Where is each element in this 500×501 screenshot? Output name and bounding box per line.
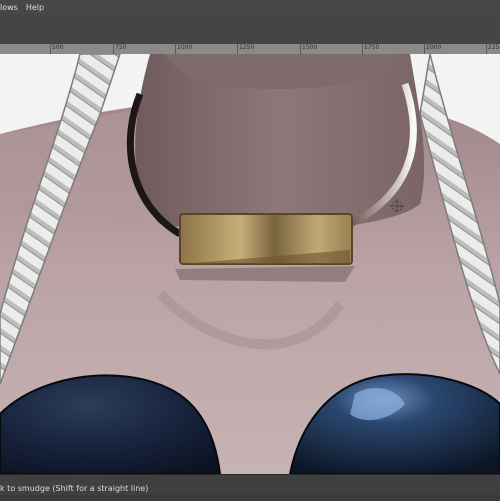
status-message: k to smudge (Shift for a straight line) [0,484,149,493]
ruler-label: 2250 [488,44,500,51]
ruler-label: 2000 [426,44,442,51]
tool-options-bar [0,14,500,45]
horizontal-ruler[interactable]: 500 750 1000 1250 1500 1750 2000 2250 [0,44,500,54]
ruler-label: 750 [115,44,127,51]
status-bottom-strip [0,495,500,501]
menu-bar: lows Help [0,0,500,14]
menu-windows[interactable]: lows [0,3,18,12]
status-bar: k to smudge (Shift for a straight line) [0,474,500,501]
menu-help[interactable]: Help [26,3,44,12]
ruler-label: 1500 [302,44,318,51]
ruler-label: 1250 [239,44,255,51]
ruler-label: 1750 [364,44,380,51]
artwork [0,54,500,474]
ruler-label: 1000 [177,44,193,51]
canvas[interactable] [0,54,500,474]
ruler-label: 500 [52,44,64,51]
